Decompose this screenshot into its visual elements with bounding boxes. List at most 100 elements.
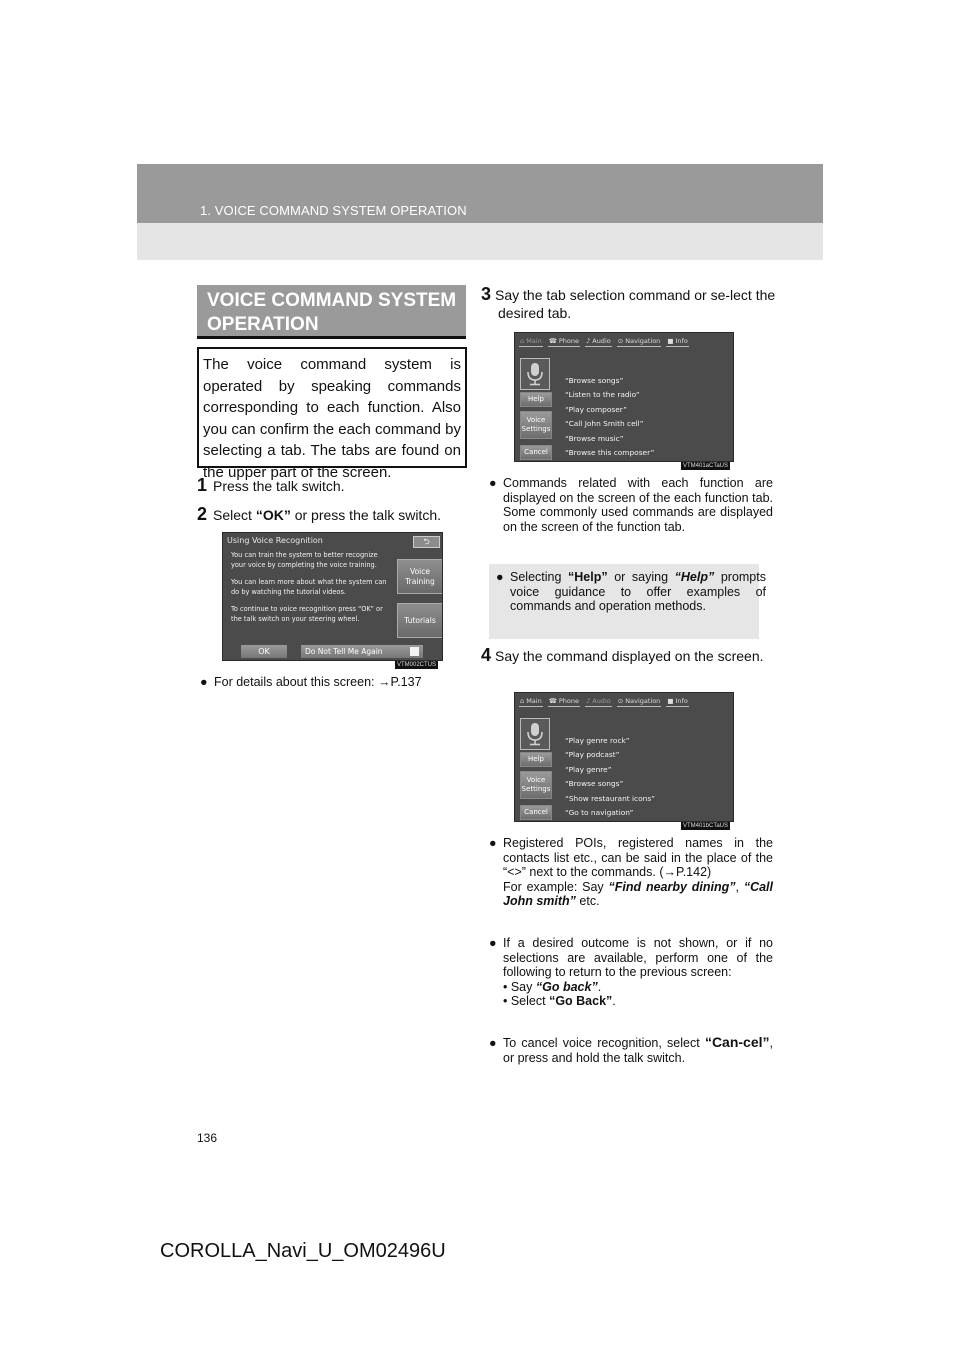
command-list: “Browse songs” “Listen to the radio” “Pl…: [565, 374, 654, 460]
tab-navigation[interactable]: ⊙ Navigation: [616, 697, 662, 707]
chapter-header-subband: [137, 223, 823, 260]
tab-navigation[interactable]: ⊙ Navigation: [616, 337, 662, 347]
bullet-icon: ●: [496, 570, 504, 584]
command-item[interactable]: “Call John Smith cell”: [565, 417, 654, 431]
tutorial-message: You can learn more about what the system…: [231, 578, 387, 596]
button-label: Voice: [526, 776, 546, 784]
bullet-text: If a desired outcome is not shown, or if…: [503, 936, 773, 979]
command-item[interactable]: “Play composer”: [565, 403, 654, 417]
cancel-reference: “Can-cel”: [704, 1034, 770, 1050]
tab-main[interactable]: ⌂ Main: [519, 337, 543, 347]
bullet-cancel: ● To cancel voice recognition, select “Ca…: [489, 1035, 773, 1065]
voice-commands-screen-audio: ⌂ Main ☎ Phone ♪ Audio ⊙ Navigation ■ In…: [514, 692, 734, 822]
command-item[interactable]: “Browse this composer”: [565, 446, 654, 460]
command-item[interactable]: “Show restaurant icons”: [565, 792, 655, 806]
bullet-text: For details about this screen:: [214, 675, 378, 689]
separator: ,: [735, 879, 744, 894]
command-item[interactable]: “Play genre”: [565, 763, 655, 777]
help-voice-command: “Help”: [674, 570, 715, 584]
continue-message: To continue to voice recognition press “…: [231, 605, 383, 623]
help-reference: “Help”: [568, 570, 608, 584]
bullet-commands: ● Commands related with each function are…: [489, 476, 773, 534]
command-item[interactable]: “Browse songs”: [565, 374, 654, 388]
tab-audio[interactable]: ♪ Audio: [585, 697, 612, 707]
bullet-text: Commands related with each function are …: [503, 476, 773, 534]
go-back-button-reference: “Go Back”: [549, 994, 613, 1008]
do-not-tell-me-again-button[interactable]: Do Not Tell Me Again: [301, 645, 423, 658]
step-text: Say the command displayed on the screen.: [495, 648, 764, 664]
tab-info[interactable]: ■ Info: [666, 337, 689, 347]
punctuation: .: [597, 979, 602, 994]
step-text: Press the talk switch.: [213, 478, 345, 494]
bullet-pois: ● Registered POIs, registered names in th…: [489, 836, 773, 909]
bullet-text: For example: Say: [503, 879, 609, 894]
back-arrow-icon: ⮌: [423, 537, 430, 546]
note-text: or saying: [607, 570, 675, 584]
command-item[interactable]: “Go to navigation”: [565, 806, 655, 820]
section-title-line1: VOICE COMMAND SYSTEM: [207, 290, 457, 311]
bullet-text: Registered POIs, registered names in the…: [503, 836, 773, 879]
step-3: 3 Say the tab selection command or se-lec…: [481, 285, 778, 322]
help-button[interactable]: Help: [520, 752, 552, 767]
image-code: VTM401bCTaUS: [681, 822, 731, 830]
document-code: COROLLA_Navi_U_OM02496U: [160, 1240, 446, 1262]
function-tabs: ⌂ Main ☎ Phone ♪ Audio ⊙ Navigation ■ In…: [519, 337, 689, 347]
help-note: ● Selecting “Help” or saying “Help” promp…: [496, 570, 766, 614]
note-text: Selecting: [510, 570, 569, 584]
back-button[interactable]: ⮌: [413, 536, 440, 548]
command-item[interactable]: “Browse music”: [565, 432, 654, 446]
training-message: You can train the system to better recog…: [231, 551, 378, 569]
voice-settings-button[interactable]: Voice Settings: [520, 411, 552, 439]
page-number: 136: [197, 1131, 218, 1145]
bullet-icon: ●: [489, 476, 497, 490]
function-tabs: ⌂ Main ☎ Phone ♪ Audio ⊙ Navigation ■ In…: [519, 697, 689, 707]
section-title: VOICE COMMAND SYSTEM OPERATION: [197, 285, 466, 339]
image-code: VTM401aCTaUS: [681, 462, 731, 470]
bullet-icon: ●: [489, 936, 497, 950]
button-label: Do Not Tell Me Again: [305, 647, 383, 656]
step-1: 1 Press the talk switch.: [197, 476, 345, 495]
bullet-icon: ●: [489, 1036, 497, 1050]
step-number: 3: [481, 284, 492, 304]
cancel-button[interactable]: Cancel: [520, 445, 552, 460]
microphone-icon: [520, 718, 550, 750]
step-number: 1: [197, 475, 208, 495]
checkbox-icon[interactable]: [410, 647, 419, 656]
command-item[interactable]: “Listen to the radio”: [565, 388, 654, 402]
ok-button[interactable]: OK: [241, 645, 287, 658]
command-item[interactable]: “Play podcast”: [565, 748, 655, 762]
voice-commands-screen-main: ⌂ Main ☎ Phone ♪ Audio ⊙ Navigation ■ In…: [514, 332, 734, 462]
tab-audio[interactable]: ♪ Audio: [585, 337, 612, 347]
chapter-title: 1. VOICE COMMAND SYSTEM OPERATION: [200, 203, 467, 218]
punctuation: .: [612, 994, 616, 1008]
sub-bullet: • Select: [503, 994, 550, 1008]
page-reference-link[interactable]: →P.137: [378, 675, 422, 689]
step-4: 4 Say the command displayed on the screen…: [481, 646, 778, 665]
command-item[interactable]: “Browse songs”: [565, 777, 655, 791]
command-item[interactable]: “Play genre rock”: [565, 734, 655, 748]
voice-settings-button[interactable]: Voice Settings: [520, 771, 552, 799]
sub-bullet: • Say: [503, 979, 536, 994]
go-back-voice-command: “Go back”: [535, 979, 598, 994]
ok-reference: “OK”: [255, 507, 291, 523]
voice-recognition-screen: Using Voice Recognition ⮌ You can train …: [222, 532, 443, 661]
command-list: “Play genre rock” “Play podcast” “Play g…: [565, 734, 655, 820]
tab-main[interactable]: ⌂ Main: [519, 697, 543, 707]
tab-info[interactable]: ■ Info: [666, 697, 689, 707]
button-label: Voice: [526, 416, 546, 424]
help-button[interactable]: Help: [520, 392, 552, 407]
image-code: VTM002CTUS: [395, 661, 439, 669]
bullet-icon: ●: [489, 836, 497, 850]
voice-training-button[interactable]: Voice Training: [397, 559, 442, 594]
tab-phone[interactable]: ☎ Phone: [547, 697, 581, 707]
button-label: Settings: [521, 785, 551, 793]
section-title-line2: OPERATION: [207, 314, 319, 335]
step-text-post: or press the talk switch.: [290, 507, 441, 523]
help-note-box: ● Selecting “Help” or saying “Help” promp…: [489, 564, 766, 639]
tab-phone[interactable]: ☎ Phone: [547, 337, 581, 347]
step-2: 2 Select “OK” or press the talk switch.: [197, 505, 441, 524]
tutorials-button[interactable]: Tutorials: [397, 603, 442, 638]
cancel-button[interactable]: Cancel: [520, 805, 552, 820]
button-label: Tutorials: [404, 615, 436, 625]
example-command: “Find nearby dining”: [608, 879, 736, 894]
